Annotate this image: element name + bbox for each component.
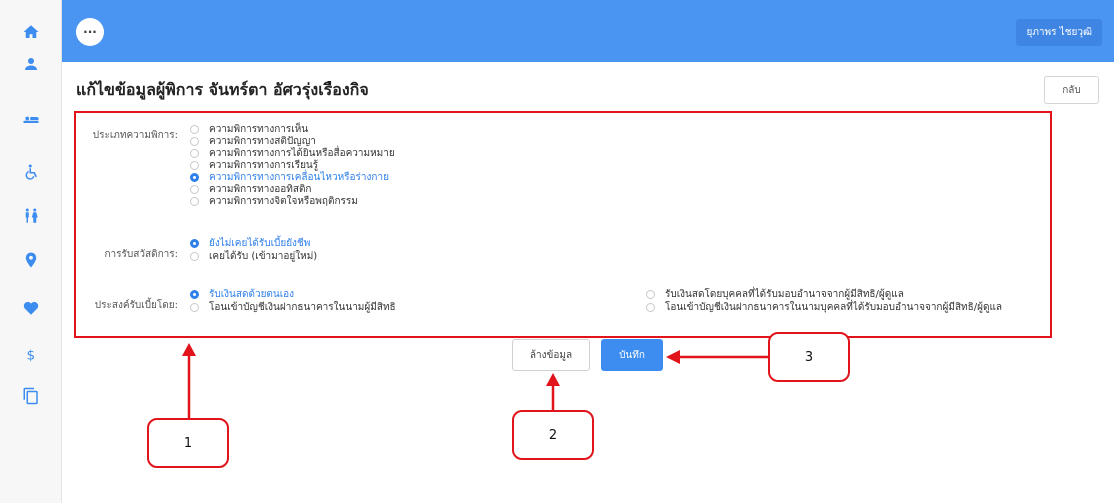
radio-button[interactable] [646, 290, 655, 299]
radio-button[interactable] [190, 161, 199, 170]
location-icon[interactable] [19, 248, 43, 272]
home-icon[interactable] [19, 20, 43, 44]
wheelchair-icon[interactable] [19, 160, 43, 184]
back-button[interactable]: กลับ [1044, 76, 1099, 104]
payment-option[interactable]: รับเงินสดโดยบุคคลที่ได้รับมอบอำนาจจากผู้… [646, 289, 904, 300]
bed-icon[interactable] [19, 108, 43, 132]
family-icon[interactable] [19, 204, 43, 228]
page-title: แก้ไขข้อมูลผู้พิการ จันทร์ตา อัศวรุ่งเรื… [76, 80, 369, 99]
user-icon[interactable] [19, 52, 43, 76]
payment-label: ประสงค์รับเบี้ยโดย: [94, 300, 178, 311]
dollar-icon[interactable]: $ [19, 342, 43, 366]
radio-button[interactable] [190, 185, 199, 194]
disability-option[interactable]: ความพิการทางการเห็น [190, 124, 308, 135]
disability-option[interactable]: ความพิการทางการเรียนรู้ [190, 160, 318, 171]
radio-button[interactable] [190, 197, 199, 206]
more-menu-button[interactable]: ··· [76, 18, 104, 46]
disability-option[interactable]: ความพิการทางออทิสติก [190, 184, 312, 195]
arrow-1-head [182, 343, 196, 356]
arrow-2-head [546, 373, 560, 386]
user-menu-button[interactable]: ยุภาพร ไชยวุฒิ [1016, 19, 1102, 46]
welfare-label: การรับสวัสดิการ: [104, 249, 179, 260]
radio-button[interactable] [190, 137, 199, 146]
disability-option[interactable]: ความพิการทางสติปัญญา [190, 136, 316, 147]
payment-option-selected[interactable]: รับเงินสดด้วยตนเอง [190, 289, 294, 300]
radio-button-checked[interactable] [190, 239, 199, 248]
sidebar: $ [0, 0, 62, 503]
disability-option[interactable]: ความพิการทางการได้ยินหรือสื่อความหมาย [190, 148, 395, 159]
radio-button[interactable] [190, 303, 199, 312]
radio-button[interactable] [646, 303, 655, 312]
arrow-3-head [666, 350, 680, 364]
heart-icon[interactable] [19, 296, 43, 320]
radio-button[interactable] [190, 252, 199, 261]
callout-3: 3 [768, 332, 850, 382]
payment-option[interactable]: โอนเข้าบัญชีเงินฝากธนาคารในนามผู้มีสิทธิ [190, 302, 396, 313]
disability-option[interactable]: ความพิการทางจิตใจหรือพฤติกรรม [190, 196, 358, 207]
radio-button[interactable] [190, 149, 199, 158]
top-bar: ··· ยุภาพร ไชยวุฒิ [62, 0, 1114, 62]
payment-option[interactable]: โอนเข้าบัญชีเงินฝากธนาคารในนามบุคคลที่ได… [646, 302, 1002, 313]
callout-1: 1 [147, 418, 229, 468]
radio-button-checked[interactable] [190, 173, 199, 182]
radio-button-checked[interactable] [190, 290, 199, 299]
disability-option-selected[interactable]: ความพิการทางการเคลื่อนไหวหรือร่างกาย [190, 172, 389, 183]
callout-2: 2 [512, 410, 594, 460]
save-button[interactable]: บันทึก [601, 339, 663, 371]
svg-text:$: $ [27, 347, 36, 363]
welfare-option-selected[interactable]: ยังไม่เคยได้รับเบี้ยยังชีพ [190, 238, 310, 249]
welfare-option[interactable]: เคยได้รับ (เข้ามาอยู่ใหม่) [190, 251, 317, 262]
copy-icon[interactable] [19, 384, 43, 408]
radio-button[interactable] [190, 125, 199, 134]
disability-type-label: ประเภทความพิการ: [92, 130, 178, 141]
clear-button[interactable]: ล้างข้อมูล [512, 339, 590, 371]
